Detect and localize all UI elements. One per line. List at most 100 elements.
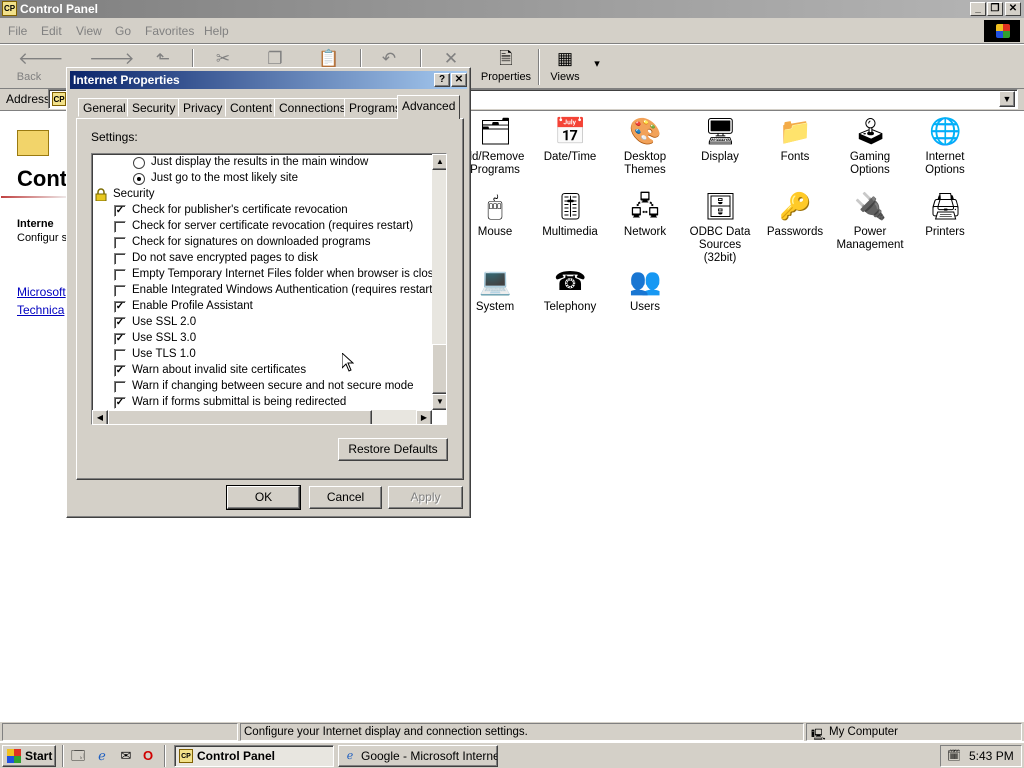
cp-item-desktop-themes[interactable]: 🎨 Desktop Themes: [607, 115, 683, 177]
show-desktop-icon[interactable]: 🗔: [70, 748, 86, 764]
menu-view[interactable]: View: [76, 24, 102, 38]
mouse-pointer-icon: [342, 353, 354, 372]
settings-option-label: Warn about invalid site certificates: [132, 364, 307, 376]
checkbox-checked[interactable]: ✓: [114, 317, 126, 329]
checkbox-unchecked[interactable]: [114, 237, 126, 249]
checkbox-checked[interactable]: ✓: [114, 205, 126, 217]
checkbox-unchecked[interactable]: [114, 269, 126, 281]
views-button[interactable]: ▦ Views: [545, 47, 585, 87]
cp-item-passwords[interactable]: 🔑 Passwords: [757, 190, 833, 239]
checkbox-checked[interactable]: ✓: [114, 333, 126, 345]
copy-icon: ❐: [267, 49, 283, 68]
settings-option-row[interactable]: Just display the results in the main win…: [92, 155, 432, 171]
advanced-tab-panel: Settings: Just display the results in th…: [76, 118, 464, 480]
minimize-button[interactable]: _: [970, 2, 986, 16]
restore-button[interactable]: ❐: [987, 2, 1003, 16]
settings-option-row[interactable]: ✓ Warn about invalid site certificates: [92, 363, 432, 379]
cp-item-telephony[interactable]: ☎ Telephony: [532, 265, 608, 314]
settings-option-row[interactable]: ✓ Use SSL 2.0: [92, 315, 432, 331]
address-dropdown-button[interactable]: ▼: [999, 91, 1015, 107]
tab-security[interactable]: Security: [127, 98, 181, 117]
checkbox-checked[interactable]: ✓: [114, 301, 126, 313]
microsoft-link[interactable]: Microsoft: [17, 285, 66, 299]
restore-defaults-button[interactable]: Restore Defaults: [338, 438, 448, 461]
cp-item-power-management[interactable]: 🔌 Power Management: [832, 190, 908, 252]
cp-item-date-time[interactable]: 📅 Date/Time: [532, 115, 608, 164]
outlook-express-icon[interactable]: ✉: [118, 748, 134, 764]
checkbox-checked[interactable]: ✓: [114, 397, 126, 409]
close-button[interactable]: ✕: [1005, 2, 1021, 16]
cancel-button[interactable]: Cancel: [309, 486, 382, 509]
paste-icon: 📋: [318, 49, 340, 68]
cp-item-label: ODBC Data Sources (32bit): [689, 226, 751, 264]
menu-file[interactable]: File: [8, 24, 27, 38]
scroll-right-button[interactable]: ▶: [416, 410, 432, 424]
keys-icon: 🔑: [779, 191, 812, 221]
tab-content[interactable]: Content: [225, 98, 278, 117]
scroll-up-button[interactable]: ▲: [432, 154, 446, 170]
dialog-close-button[interactable]: ✕: [451, 73, 467, 87]
settings-option-row[interactable]: Empty Temporary Internet Files folder wh…: [92, 267, 446, 283]
settings-tree-list[interactable]: Just display the results in the main win…: [91, 153, 447, 425]
task-control-panel[interactable]: CP Control Panel: [174, 745, 334, 767]
settings-option-row[interactable]: Check for server certificate revocation …: [92, 219, 432, 235]
settings-option-row[interactable]: Just go to the most likely site: [92, 171, 432, 187]
cp-item-internet-options[interactable]: 🌐 Internet Options: [907, 115, 983, 177]
scheduler-tray-icon[interactable]: 🗓: [947, 749, 961, 763]
checkbox-unchecked[interactable]: [114, 221, 126, 233]
tab-connections[interactable]: Connections: [274, 98, 351, 117]
horizontal-scrollbar[interactable]: ◀ ▶: [92, 410, 432, 424]
settings-option-row[interactable]: ✓ Use SSL 3.0: [92, 331, 432, 347]
properties-button[interactable]: 🗎 Properties: [478, 47, 534, 87]
settings-option-row[interactable]: ✓ Enable Profile Assistant: [92, 299, 432, 315]
checkbox-unchecked[interactable]: [114, 349, 126, 361]
settings-option-row[interactable]: Warn if changing between secure and not …: [92, 379, 432, 395]
dialog-titlebar[interactable]: Internet Properties ? ✕: [70, 71, 467, 89]
ok-button[interactable]: OK: [226, 485, 301, 510]
control-panel-titlebar[interactable]: CP Control Panel _ ❐ ✕: [0, 0, 1024, 18]
radio-unselected[interactable]: [133, 157, 145, 169]
help-button[interactable]: ?: [434, 73, 450, 87]
checkbox-unchecked[interactable]: [114, 253, 126, 265]
checkbox-checked[interactable]: ✓: [114, 365, 126, 377]
taskbar: Start 🗔 ℯ ✉ O CP Control Panel ℯ Google …: [0, 742, 1024, 768]
cp-item-network[interactable]: 🖧 Network: [607, 190, 683, 239]
checkbox-unchecked[interactable]: [114, 381, 126, 393]
task-google-ie[interactable]: ℯ Google - Microsoft Internet...: [338, 745, 498, 767]
opera-icon[interactable]: O: [140, 748, 156, 764]
tab-advanced[interactable]: Advanced: [397, 95, 461, 119]
scroll-down-button[interactable]: ▼: [432, 394, 446, 410]
status-text: Configure your Internet display and conn…: [240, 723, 804, 741]
apply-button[interactable]: Apply: [388, 486, 463, 509]
checkbox-unchecked[interactable]: [114, 285, 126, 297]
start-button[interactable]: Start: [2, 745, 56, 767]
cp-item-printers[interactable]: 🖨 Printers: [907, 190, 983, 239]
settings-option-row[interactable]: ✓ Check for publisher's certificate revoc…: [92, 203, 432, 219]
status-zone: 🖳 My Computer: [806, 723, 1022, 741]
cp-item-odbc[interactable]: 🗄 ODBC Data Sources (32bit): [682, 190, 758, 265]
settings-option-row[interactable]: Check for signatures on downloaded progr…: [92, 235, 432, 251]
tab-privacy[interactable]: Privacy: [178, 98, 228, 117]
tab-general[interactable]: General: [78, 98, 131, 117]
cp-item-display[interactable]: 🖥 Display: [682, 115, 758, 164]
menu-go[interactable]: Go: [115, 24, 131, 38]
cp-item-multimedia[interactable]: 🎚 Multimedia: [532, 190, 608, 239]
cp-item-fonts[interactable]: 📁 Fonts: [757, 115, 833, 164]
horizontal-scroll-thumb[interactable]: [108, 410, 372, 424]
settings-option-row[interactable]: Use TLS 1.0: [92, 347, 432, 363]
scroll-left-button[interactable]: ◀: [92, 410, 108, 424]
cp-item-users[interactable]: 👥 Users: [607, 265, 683, 314]
radio-selected[interactable]: [133, 173, 145, 185]
settings-option-row[interactable]: ✓ Warn if forms submittal is being redire…: [92, 395, 432, 411]
cp-item-gaming-options[interactable]: 🕹 Gaming Options: [832, 115, 908, 177]
vertical-scroll-thumb[interactable]: [432, 344, 446, 394]
internet-explorer-icon[interactable]: ℯ: [94, 748, 110, 764]
back-button[interactable]: 🡐 Back: [6, 47, 64, 87]
menu-edit[interactable]: Edit: [41, 24, 62, 38]
technical-link[interactable]: Technica: [17, 303, 64, 317]
settings-option-row[interactable]: Enable Integrated Windows Authentication…: [92, 283, 436, 299]
menu-help[interactable]: Help: [204, 24, 229, 38]
vertical-scrollbar[interactable]: ▲ ▼: [432, 154, 446, 410]
settings-option-row[interactable]: Do not save encrypted pages to disk: [92, 251, 432, 267]
menu-favorites[interactable]: Favorites: [145, 24, 194, 38]
